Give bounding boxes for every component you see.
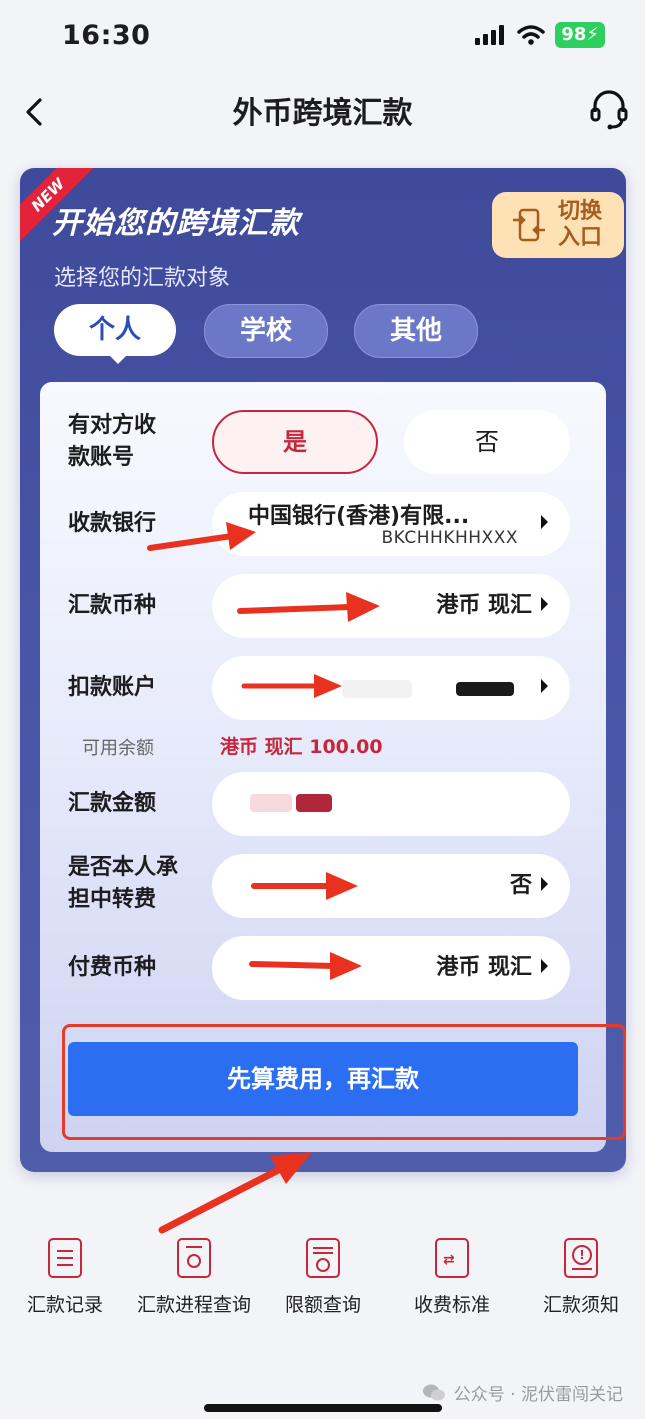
nav-remittance-records[interactable]: 汇款记录 — [0, 1238, 130, 1317]
nav-label: 收费标准 — [413, 1294, 490, 1316]
annotation-arrows — [147, 522, 380, 1234]
annotation-arrow — [251, 872, 358, 900]
nav-remittance-notice[interactable]: ! 汇款须知 — [516, 1238, 645, 1317]
annotation-arrow — [147, 522, 256, 551]
home-indicator — [204, 1404, 442, 1412]
limit-icon — [306, 1238, 340, 1278]
search-doc-icon — [177, 1238, 211, 1278]
nav-limit-query[interactable]: 限额查询 — [258, 1238, 388, 1317]
info-doc-icon: ! — [564, 1238, 598, 1278]
annotation-arrow — [241, 674, 342, 698]
nav-label: 汇款记录 — [26, 1294, 103, 1316]
list-icon — [48, 1238, 82, 1278]
fee-icon: ⇄ — [435, 1238, 469, 1278]
nav-label: 汇款须知 — [542, 1294, 619, 1316]
annotation-arrow — [249, 952, 362, 980]
nav-label: 限额查询 — [284, 1294, 361, 1316]
nav-progress-query[interactable]: 汇款进程查询 — [129, 1238, 259, 1317]
watermark: 公众号 · 泥伏雷闯关记 — [422, 1380, 623, 1405]
annotation-arrow — [237, 592, 380, 622]
nav-fee-standard[interactable]: ⇄ 收费标准 — [387, 1238, 517, 1317]
watermark-text: 公众号 · 泥伏雷闯关记 — [453, 1385, 623, 1405]
annotation-arrow — [158, 1152, 312, 1234]
wechat-icon — [422, 1384, 445, 1400]
nav-label: 汇款进程查询 — [136, 1294, 251, 1316]
